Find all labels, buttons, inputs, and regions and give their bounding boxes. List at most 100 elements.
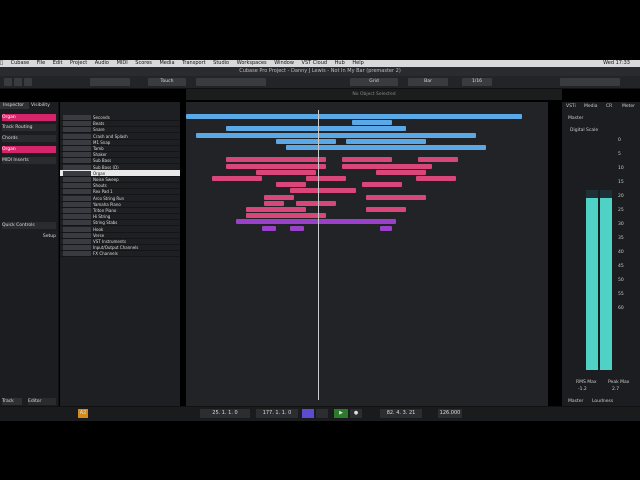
- tool-buttons[interactable]: [90, 78, 130, 86]
- meter-scale-value: 10: [618, 166, 624, 171]
- tab-inspector[interactable]: Inspector: [0, 102, 29, 109]
- apple-icon[interactable]: : [0, 60, 3, 67]
- event-clip[interactable]: [290, 225, 304, 231]
- event-clip[interactable]: [376, 169, 426, 175]
- tab-editor[interactable]: Editor: [28, 398, 56, 405]
- right-locator[interactable]: 177. 1. 1. 0: [256, 409, 298, 418]
- grid-select[interactable]: Grid: [350, 78, 398, 86]
- menu-midi[interactable]: MIDI: [117, 60, 128, 67]
- tab-media[interactable]: Media: [584, 104, 598, 109]
- event-clip[interactable]: [276, 182, 306, 188]
- project-cursor[interactable]: [318, 110, 319, 400]
- event-clip[interactable]: [226, 126, 406, 132]
- event-clip[interactable]: [290, 188, 330, 194]
- section-track-routing[interactable]: Track Routing: [2, 124, 56, 131]
- event-clip[interactable]: [236, 219, 396, 225]
- event-clip[interactable]: [296, 200, 336, 206]
- stop-button[interactable]: [316, 409, 328, 418]
- event-clip[interactable]: [246, 213, 326, 219]
- peak-value: 2.7: [612, 387, 620, 392]
- window-title: Cubase Pro Project - Danny J Lewis - Not…: [0, 67, 640, 76]
- record-button[interactable]: ●: [350, 409, 362, 418]
- event-clip[interactable]: [262, 225, 276, 231]
- meter-scale-value: 30: [618, 222, 624, 227]
- toggle-icon[interactable]: [24, 78, 32, 86]
- event-clip[interactable]: [264, 194, 294, 200]
- event-clip[interactable]: [286, 145, 486, 150]
- menu-file[interactable]: File: [37, 60, 45, 67]
- event-clip[interactable]: [418, 157, 458, 163]
- right-toolbar-buttons[interactable]: [560, 78, 620, 86]
- menu-audio[interactable]: Audio: [95, 60, 109, 67]
- project-window[interactable]: [186, 102, 548, 406]
- tempo-display[interactable]: 126.000: [438, 409, 462, 418]
- menu-edit[interactable]: Edit: [53, 60, 63, 67]
- grid-type-select[interactable]: Bar: [408, 78, 448, 86]
- edit-tools[interactable]: [196, 78, 266, 86]
- event-clip[interactable]: [346, 138, 426, 144]
- meter-scale-value: 15: [618, 180, 624, 185]
- marker-label[interactable]: A2: [78, 409, 88, 418]
- menu-studio[interactable]: Studio: [213, 60, 229, 67]
- event-clip[interactable]: [256, 169, 316, 175]
- event-clip[interactable]: [342, 157, 392, 163]
- inspector-panel: Inspector Visibility Organ Track Routing…: [0, 102, 59, 406]
- event-clip[interactable]: [326, 188, 356, 194]
- menu-cubase[interactable]: Cubase: [11, 60, 30, 67]
- section-organ[interactable]: Organ: [2, 146, 56, 153]
- event-clip[interactable]: [276, 138, 336, 144]
- menu-project[interactable]: Project: [70, 60, 87, 67]
- event-clip[interactable]: [416, 176, 456, 181]
- tab-track[interactable]: Track: [2, 398, 22, 405]
- event-clip[interactable]: [196, 132, 476, 138]
- menu-vstcloud[interactable]: VST Cloud: [302, 60, 328, 67]
- event-clip[interactable]: [186, 114, 522, 119]
- track-controls[interactable]: [63, 251, 91, 257]
- tab-cr[interactable]: CR: [606, 104, 612, 109]
- play-button[interactable]: ▶: [334, 409, 348, 418]
- position-display[interactable]: 82. 4. 3. 21: [380, 409, 422, 418]
- section-quick-controls[interactable]: Quick Controls: [2, 222, 56, 229]
- inspector-track-name[interactable]: Organ: [2, 114, 56, 121]
- event-clip[interactable]: [362, 182, 402, 188]
- tab-meter[interactable]: Meter: [622, 104, 635, 109]
- menu-hub[interactable]: Hub: [335, 60, 345, 67]
- left-locator[interactable]: 25. 1. 1. 0: [200, 409, 250, 418]
- channel-name[interactable]: Master: [568, 116, 583, 121]
- meter-left-level: [586, 198, 598, 370]
- automation-mode[interactable]: Touch: [148, 78, 186, 86]
- tab-loudness[interactable]: Loudness: [592, 399, 613, 404]
- event-clip[interactable]: [366, 207, 406, 212]
- rms-label: RMS Max: [576, 380, 597, 385]
- event-clip[interactable]: [226, 163, 326, 169]
- menu-media[interactable]: Media: [159, 60, 174, 67]
- section-midi-inserts[interactable]: MIDI Inserts: [2, 157, 56, 164]
- event-clip[interactable]: [226, 157, 326, 163]
- menu-scores[interactable]: Scores: [135, 60, 152, 67]
- event-clip[interactable]: [342, 163, 432, 169]
- event-clip[interactable]: [366, 194, 426, 200]
- meter-scale-value: 20: [618, 194, 624, 199]
- tab-master[interactable]: Master: [568, 399, 583, 404]
- event-clip[interactable]: [352, 120, 392, 126]
- inspector-toggle-icon[interactable]: [4, 78, 12, 86]
- event-clip[interactable]: [246, 207, 306, 212]
- tab-vsti[interactable]: VSTi: [566, 104, 576, 109]
- event-clip[interactable]: [212, 176, 262, 181]
- event-clip[interactable]: [264, 200, 284, 206]
- setup-label[interactable]: Setup: [2, 233, 56, 240]
- quantize-select[interactable]: 1/16: [462, 78, 492, 86]
- digital-scale-label: Digital Scale: [570, 128, 599, 133]
- menu-workspaces[interactable]: Workspaces: [237, 60, 267, 67]
- meter-scale-value: 40: [618, 250, 624, 255]
- event-clip[interactable]: [380, 225, 392, 231]
- cycle-button[interactable]: [302, 409, 314, 418]
- tab-visibility[interactable]: Visibility: [28, 102, 57, 109]
- menu-transport[interactable]: Transport: [182, 60, 205, 67]
- track-row[interactable]: FX Channels: [60, 250, 180, 258]
- menu-help[interactable]: Help: [352, 60, 363, 67]
- section-chords[interactable]: Chords: [2, 135, 56, 142]
- toggle-icon[interactable]: [14, 78, 22, 86]
- menu-window[interactable]: Window: [274, 60, 294, 67]
- event-clip[interactable]: [306, 176, 346, 181]
